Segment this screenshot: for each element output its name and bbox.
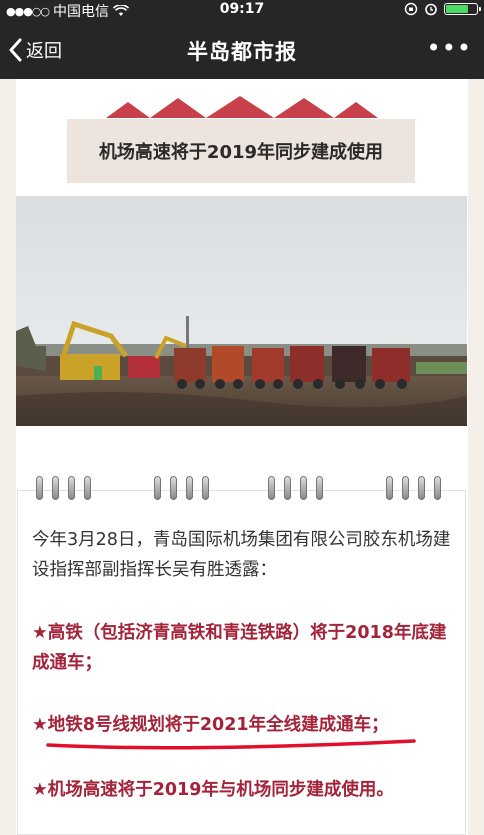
page-title: 半岛都市报 (187, 40, 297, 64)
nav-bar: 返回 半岛都市报 ••• (0, 20, 484, 79)
alarm-icon (425, 3, 437, 16)
orientation-lock-icon (404, 2, 418, 16)
handdrawn-underline (46, 739, 416, 750)
bullet-high-speed-rail: ★高铁（包括济青高铁和青连铁路）将于2018年底建成通车； (32, 623, 447, 673)
more-menu-button[interactable]: ••• (427, 34, 472, 62)
bullet-metro-line-8: ★地铁8号线规划将于2021年全线建成通车； (32, 715, 389, 735)
roof-decoration (106, 96, 378, 118)
article-headline: 机场高速将于2019年同步建成使用 (67, 119, 415, 183)
status-bar: ●●●○○ 中国电信 09:17 (0, 0, 484, 20)
notebook-rings (0, 476, 484, 510)
article-content: 机场高速将于2019年同步建成使用 今年3月28日，青岛国际机场集团有限公司胶东… (0, 79, 484, 835)
bullet-airport-expressway: ★机场高速将于2019年与机场同步建成使用。 (32, 780, 394, 800)
construction-site-photo (16, 196, 467, 426)
battery-icon (444, 3, 481, 15)
intro-paragraph: 今年3月28日，青岛国际机场集团有限公司胶东机场建设指挥部副指挥长吴有胜透露： (32, 530, 451, 580)
